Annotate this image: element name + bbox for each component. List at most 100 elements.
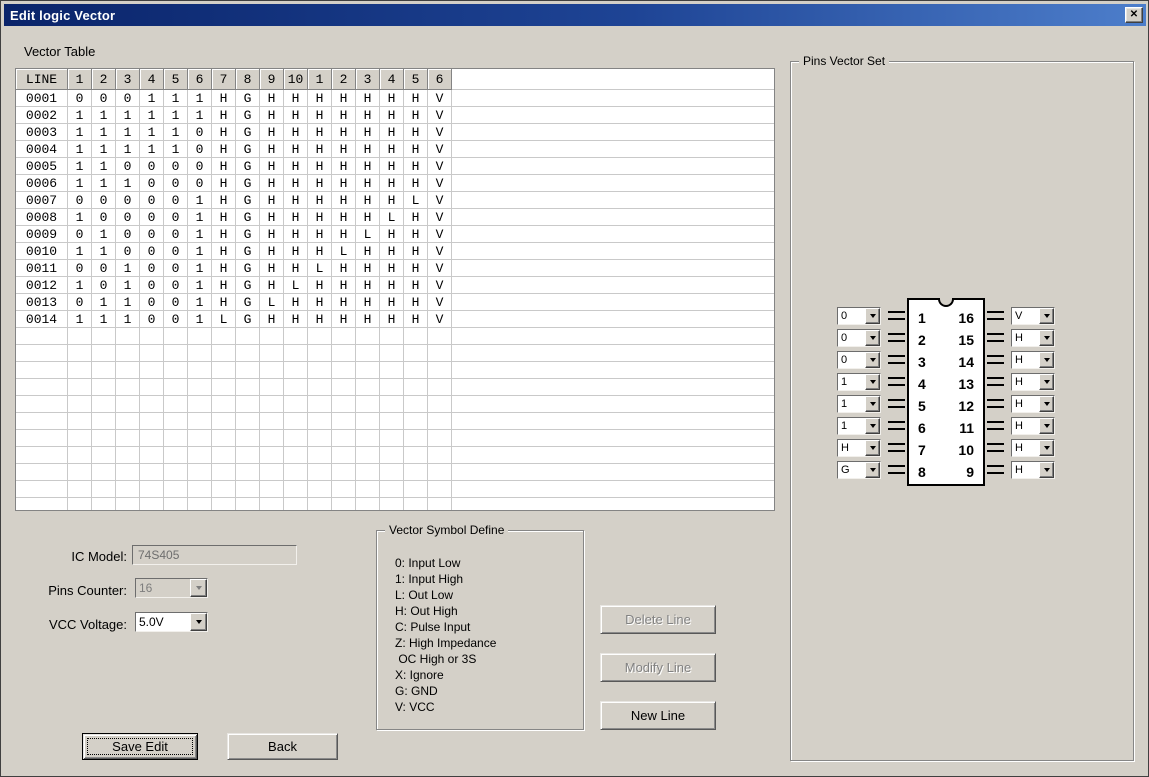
pin-9-combo[interactable]: H: [1011, 461, 1055, 479]
pin-13-combo[interactable]: H: [1011, 373, 1055, 391]
dropdown-arrow-icon[interactable]: [1039, 374, 1054, 390]
ic-model-label: IC Model:: [29, 549, 127, 564]
line-number-cell: 0009: [16, 226, 68, 243]
vector-table-grid[interactable]: LINE12345678910123456 0001000111HGHHHHHH…: [15, 68, 775, 511]
vector-cell: [356, 379, 380, 396]
vector-cell: [68, 396, 92, 413]
row-filler: [452, 447, 774, 464]
vector-cell: 0: [140, 158, 164, 175]
symbol-line: L: Out Low: [395, 587, 496, 603]
vector-cell: [260, 447, 284, 464]
dropdown-arrow-icon[interactable]: [865, 462, 880, 478]
dropdown-arrow-icon[interactable]: [1039, 418, 1054, 434]
pin-6-combo[interactable]: 1: [837, 417, 881, 435]
pin-16-combo[interactable]: V: [1011, 307, 1055, 325]
vector-cell: [428, 430, 452, 447]
close-button[interactable]: ✕: [1125, 7, 1143, 23]
column-header: 1: [308, 69, 332, 90]
vector-cell: H: [260, 175, 284, 192]
table-row[interactable]: 0014111001LGHHHHHHHV: [16, 311, 774, 328]
line-number-cell: 0003: [16, 124, 68, 141]
table-row[interactable]: 0005110000HGHHHHHHHV: [16, 158, 774, 175]
table-row[interactable]: 0004111110HGHHHHHHHV: [16, 141, 774, 158]
pin-8-combo[interactable]: G: [837, 461, 881, 479]
vector-cell: [404, 396, 428, 413]
pin-stub: [888, 355, 905, 364]
vector-cell: H: [212, 158, 236, 175]
save-edit-button[interactable]: Save Edit: [82, 733, 198, 760]
dropdown-arrow-icon[interactable]: [865, 396, 880, 412]
pin-14-combo[interactable]: H: [1011, 351, 1055, 369]
back-button[interactable]: Back: [227, 733, 338, 760]
table-row[interactable]: 0007000001HGHHHHHHLV: [16, 192, 774, 209]
table-row[interactable]: [16, 430, 774, 447]
pin-12-combo[interactable]: H: [1011, 395, 1055, 413]
table-row[interactable]: [16, 447, 774, 464]
table-row[interactable]: [16, 345, 774, 362]
table-row[interactable]: 0002111111HGHHHHHHHV: [16, 107, 774, 124]
vector-cell: [164, 345, 188, 362]
vector-cell: 1: [188, 243, 212, 260]
table-row[interactable]: [16, 396, 774, 413]
table-row[interactable]: [16, 362, 774, 379]
vector-cell: H: [308, 209, 332, 226]
table-row[interactable]: 0001000111HGHHHHHHHV: [16, 90, 774, 107]
arrow-glyph: [870, 402, 876, 406]
dropdown-arrow-icon[interactable]: [190, 613, 207, 631]
vector-cell: H: [356, 175, 380, 192]
vector-cell: [212, 430, 236, 447]
new-line-button[interactable]: New Line: [600, 701, 716, 730]
dropdown-arrow-icon[interactable]: [1039, 462, 1054, 478]
vector-cell: [92, 447, 116, 464]
table-row[interactable]: 0003111110HGHHHHHHHV: [16, 124, 774, 141]
table-row[interactable]: [16, 328, 774, 345]
dropdown-arrow-icon[interactable]: [1039, 308, 1054, 324]
vector-cell: [68, 430, 92, 447]
dropdown-arrow-icon[interactable]: [1039, 352, 1054, 368]
table-row[interactable]: 0009010001HGHHHHLHHV: [16, 226, 774, 243]
pin-2-combo[interactable]: 0: [837, 329, 881, 347]
pin-7-combo[interactable]: H: [837, 439, 881, 457]
table-row[interactable]: 0010110001HGHHHLHHHV: [16, 243, 774, 260]
pin-5-combo[interactable]: 1: [837, 395, 881, 413]
vector-cell: [404, 464, 428, 481]
pin-1-combo[interactable]: 0: [837, 307, 881, 325]
chip-pin-number: 4: [918, 376, 926, 392]
dropdown-arrow-icon[interactable]: [1039, 440, 1054, 456]
table-row[interactable]: [16, 481, 774, 498]
table-row[interactable]: [16, 379, 774, 396]
vcc-voltage-combo[interactable]: 5.0V: [135, 612, 208, 632]
table-row[interactable]: [16, 498, 774, 511]
table-row[interactable]: 0008100001HGHHHHHLHV: [16, 209, 774, 226]
dropdown-arrow-icon[interactable]: [1039, 396, 1054, 412]
table-row[interactable]: [16, 464, 774, 481]
pin-15-combo[interactable]: H: [1011, 329, 1055, 347]
table-row[interactable]: 0012101001HGHLHHHHHV: [16, 277, 774, 294]
dropdown-arrow-icon[interactable]: [865, 374, 880, 390]
pin-4-combo[interactable]: 1: [837, 373, 881, 391]
dropdown-arrow-icon[interactable]: [865, 308, 880, 324]
dropdown-arrow-icon[interactable]: [865, 330, 880, 346]
vector-cell: [284, 362, 308, 379]
vector-cell: L: [332, 243, 356, 260]
pin-11-combo[interactable]: H: [1011, 417, 1055, 435]
vector-cell: 1: [68, 141, 92, 158]
pin-3-combo[interactable]: 0: [837, 351, 881, 369]
vector-cell: G: [236, 175, 260, 192]
column-header: 3: [356, 69, 380, 90]
titlebar[interactable]: Edit logic Vector ✕: [4, 4, 1146, 26]
table-row[interactable]: 0006111000HGHHHHHHHV: [16, 175, 774, 192]
table-row[interactable]: 0013011001HGLHHHHHHV: [16, 294, 774, 311]
vector-cell: [260, 328, 284, 345]
vector-cell: [92, 396, 116, 413]
vector-cell: [404, 498, 428, 511]
dropdown-arrow-icon[interactable]: [865, 352, 880, 368]
table-row[interactable]: 0011001001HGHHLHHHHV: [16, 260, 774, 277]
vector-cell: 0: [140, 294, 164, 311]
dropdown-arrow-icon[interactable]: [865, 440, 880, 456]
table-row[interactable]: [16, 413, 774, 430]
vector-cell: H: [260, 192, 284, 209]
dropdown-arrow-icon[interactable]: [865, 418, 880, 434]
pin-10-combo[interactable]: H: [1011, 439, 1055, 457]
dropdown-arrow-icon[interactable]: [1039, 330, 1054, 346]
